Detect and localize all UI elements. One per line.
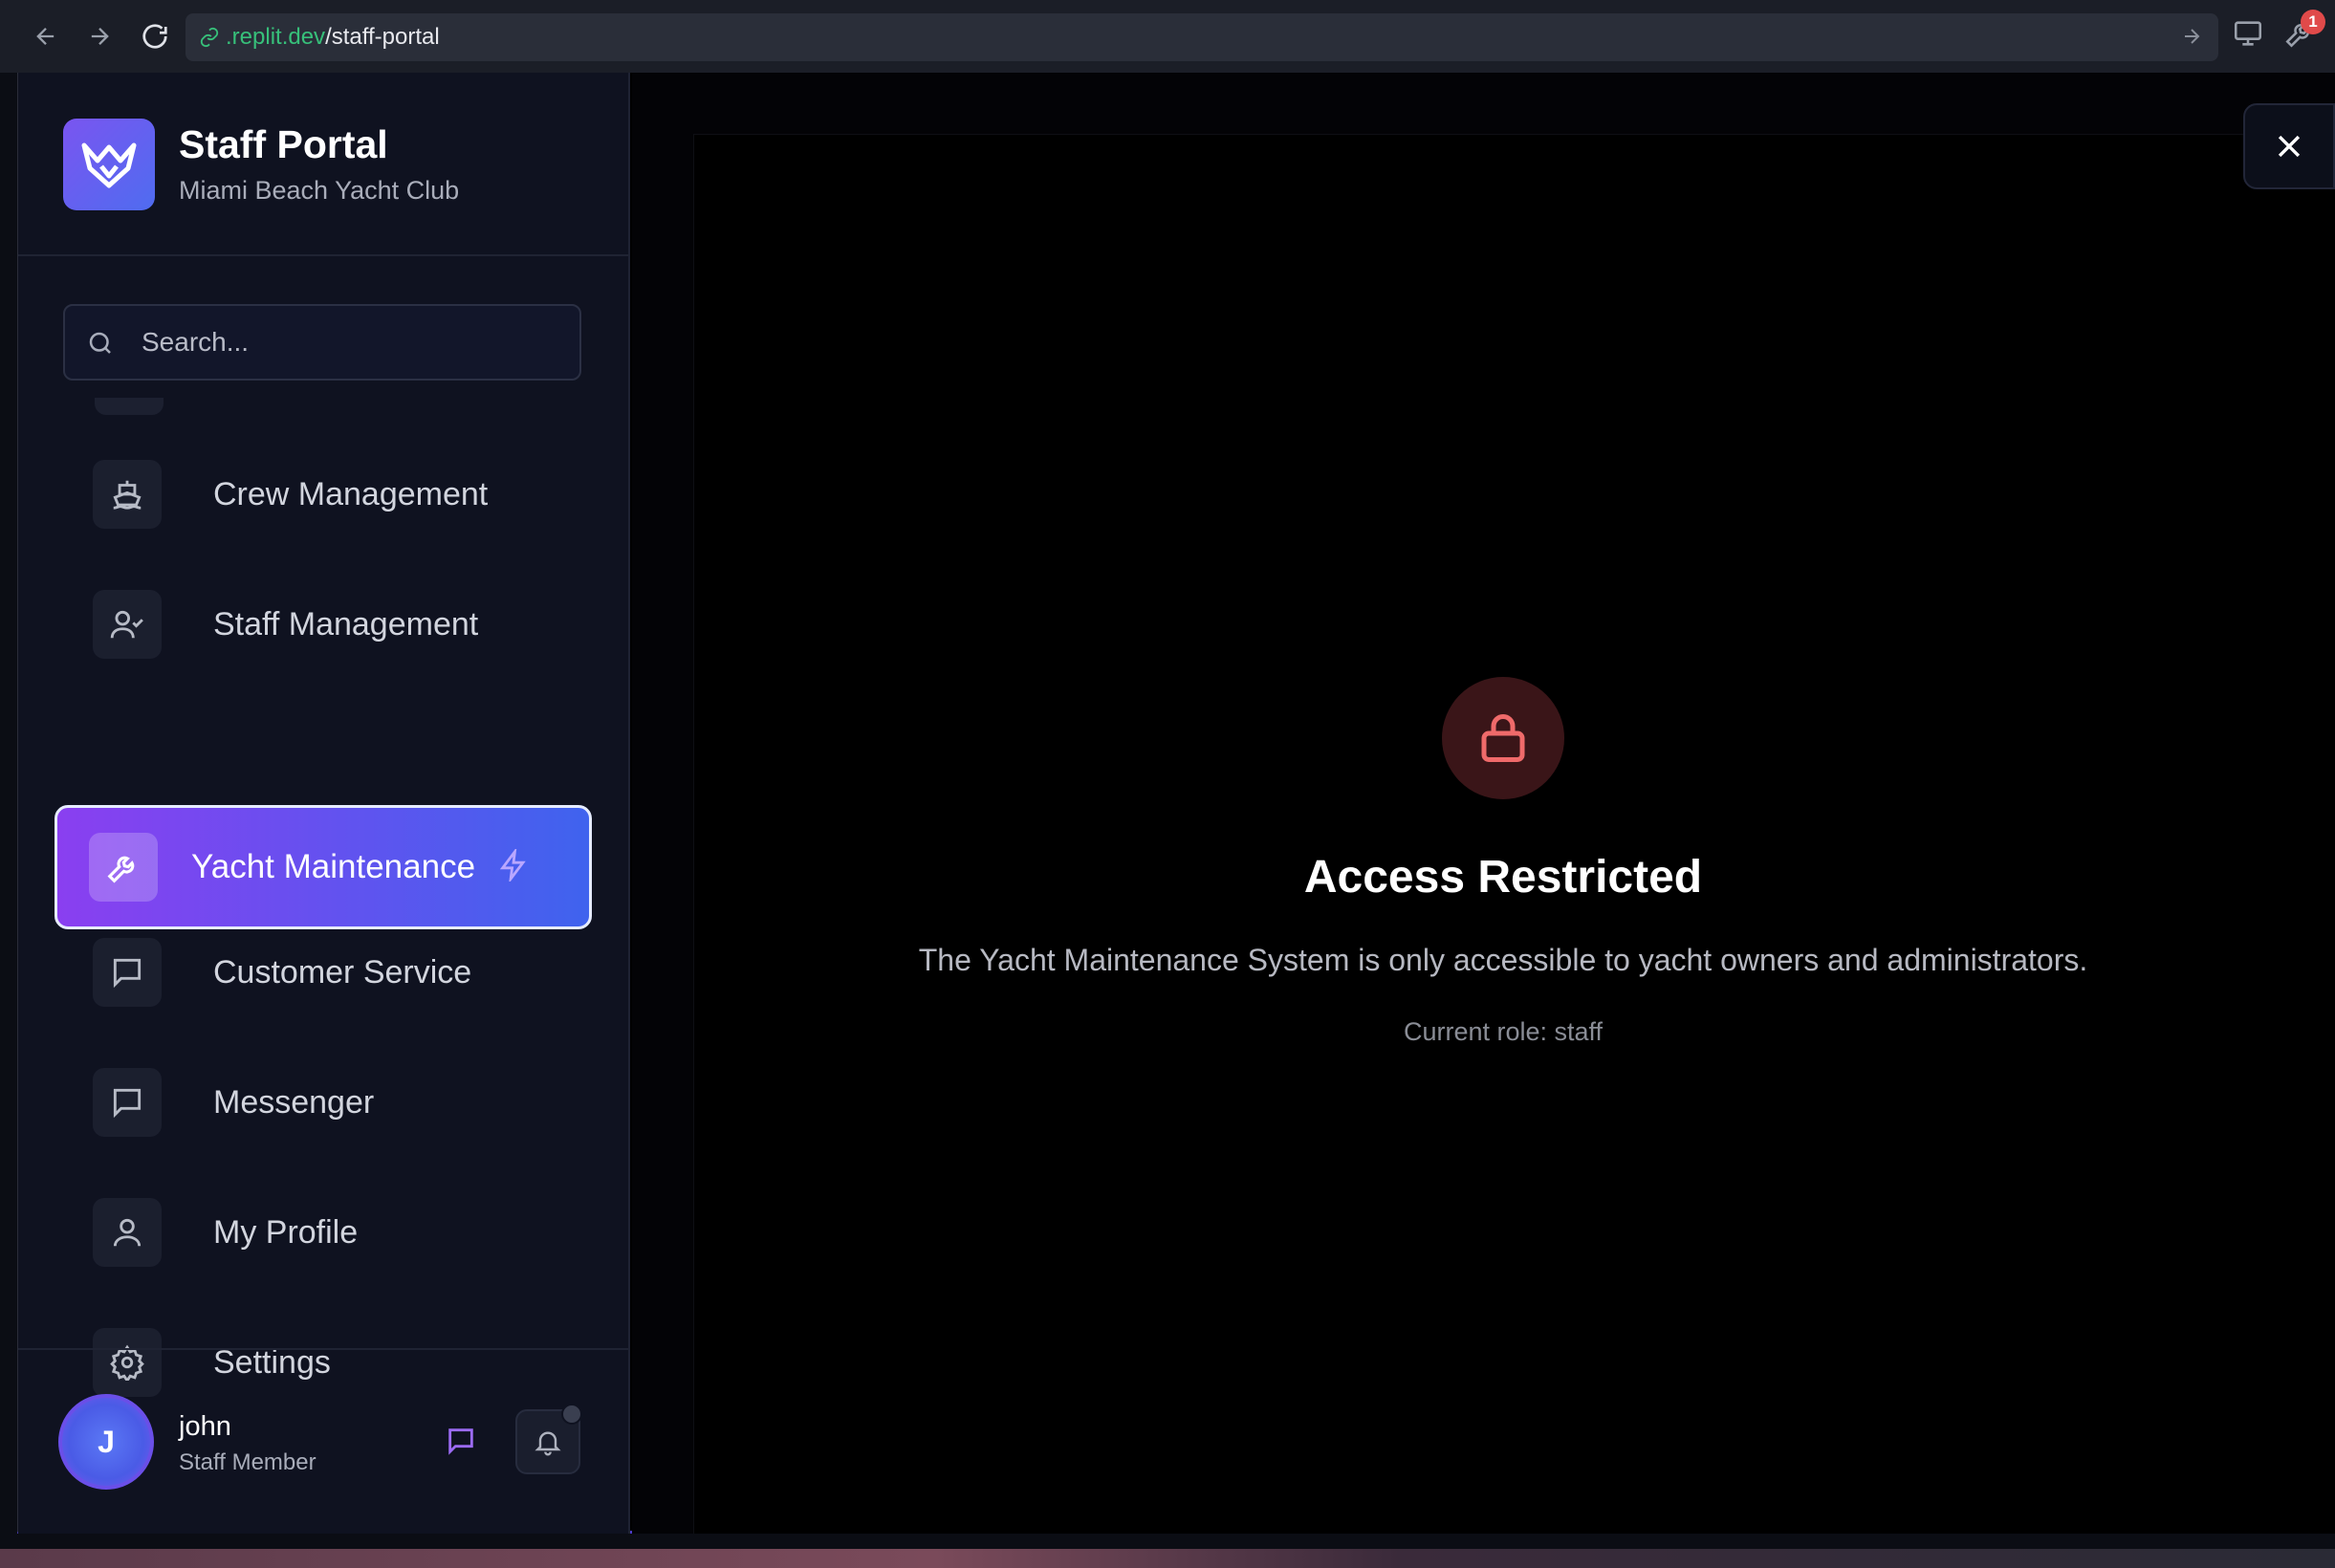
close-button[interactable] (2243, 103, 2335, 189)
sidebar-item-label: Staff Management (213, 605, 479, 642)
current-role-text: Current role: staff (1403, 1017, 1604, 1046)
user-icon (93, 1198, 162, 1267)
go-arrow-icon[interactable] (2180, 25, 2203, 53)
browser-toolbar: .replit.dev/staff-portal 1 (0, 0, 2335, 73)
sidebar-nav[interactable]: Crew Management Staff Management Yacht M… (18, 398, 630, 1421)
chat-icon[interactable] (445, 1425, 477, 1462)
sidebar-item-label: Crew Management (213, 475, 489, 512)
display-icon[interactable] (2232, 17, 2264, 54)
sidebar-item-label: Messenger (213, 1083, 375, 1121)
user-check-icon (93, 590, 162, 659)
brand-logo (63, 119, 155, 210)
bell-icon (533, 1426, 563, 1457)
message-square-icon (93, 1068, 162, 1137)
avatar[interactable]: J (58, 1394, 154, 1490)
close-icon (2273, 130, 2305, 163)
content-panel (693, 134, 2335, 1534)
main-content (632, 73, 2335, 1534)
notification-count-badge: 1 (2301, 10, 2325, 34)
back-arrow-icon[interactable] (27, 17, 65, 55)
sidebar-item-customer-service[interactable]: Customer Service (56, 912, 592, 1033)
url-path: /staff-portal (325, 24, 440, 50)
brand-header: Staff Portal Miami Beach Yacht Club (18, 73, 630, 256)
page-title: Access Restricted (1303, 852, 1703, 903)
user-role: Staff Member (179, 1449, 316, 1475)
notification-dot (561, 1404, 582, 1425)
address-bar[interactable]: .replit.dev/staff-portal (185, 13, 2218, 61)
url-host: .replit.dev (226, 24, 326, 50)
lock-icon (1474, 709, 1532, 767)
link-icon (199, 27, 220, 48)
ship-icon (93, 460, 162, 529)
sidebar-item-label: Customer Service (213, 953, 472, 991)
sidebar-item-label: My Profile (213, 1213, 359, 1251)
search-box (63, 304, 581, 381)
forward-arrow-icon[interactable] (80, 17, 119, 55)
reload-icon[interactable] (136, 17, 174, 55)
app-window: Staff Portal Miami Beach Yacht Club Crew… (17, 73, 2335, 1534)
os-dock-strip (0, 1549, 2335, 1568)
search-input[interactable] (142, 323, 562, 361)
sidebar-item-messenger[interactable]: Messenger (56, 1042, 592, 1163)
user-name: john (179, 1411, 231, 1442)
brand-title: Staff Portal (179, 122, 388, 166)
restriction-message: The Yacht Maintenance System is only acc… (918, 943, 2088, 977)
lock-badge (1442, 677, 1564, 799)
brand-subtitle: Miami Beach Yacht Club (179, 176, 460, 205)
sidebar: Staff Portal Miami Beach Yacht Club Crew… (18, 73, 630, 1534)
sidebar-item-staff-management[interactable]: Staff Management (56, 564, 592, 685)
message-square-icon (93, 938, 162, 1007)
user-footer: J john Staff Member (18, 1348, 630, 1534)
sidebar-item-my-profile[interactable]: My Profile (56, 1172, 592, 1293)
search-icon (86, 329, 115, 362)
sidebar-item-crew-management[interactable]: Crew Management (56, 434, 592, 555)
nav-item-partial[interactable] (95, 398, 164, 415)
